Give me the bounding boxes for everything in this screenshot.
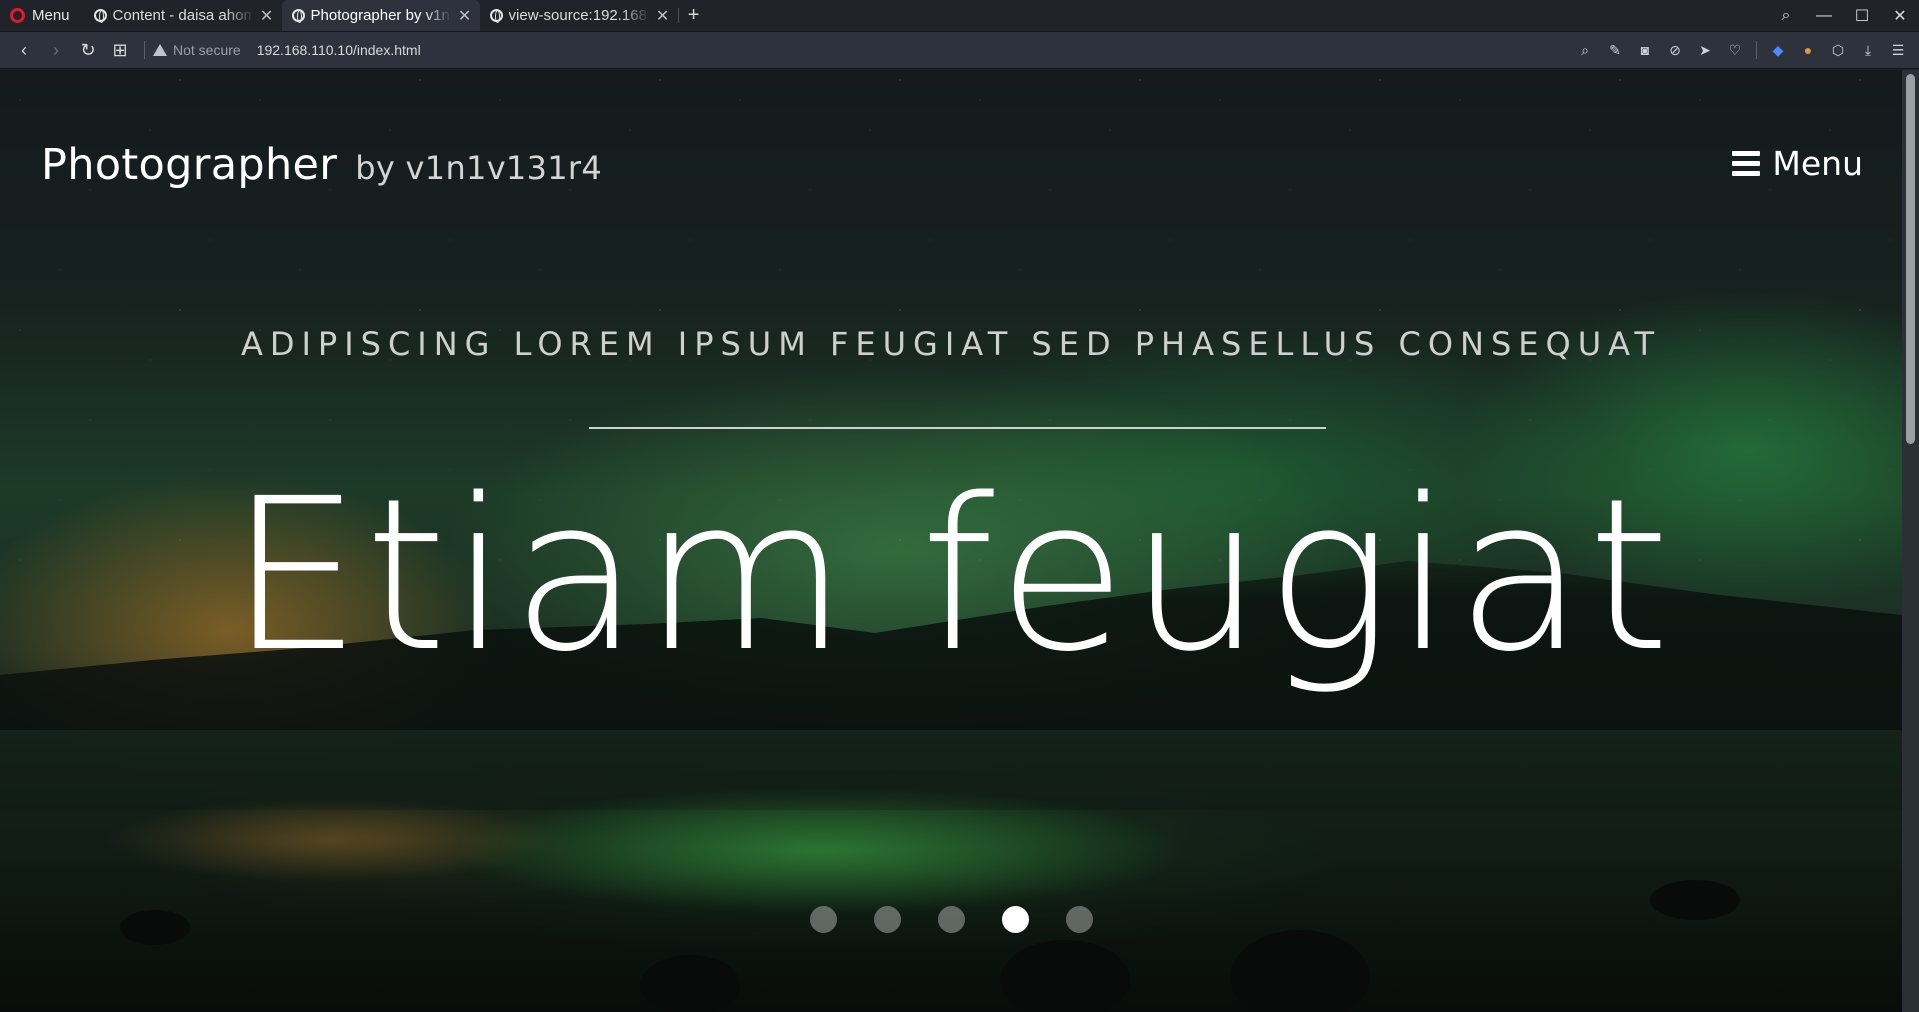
tab-strip: Menu Content - daisa ahomi ✕ Photographe… [0, 0, 1919, 32]
back-icon[interactable]: ‹ [8, 36, 40, 64]
slider-dot-4[interactable] [1001, 906, 1029, 933]
close-icon[interactable]: ✕ [656, 6, 670, 26]
page-viewport: Photographer by v1n1v131r4 Menu ADIPISCI… [0, 70, 1902, 1012]
scrollbar-thumb[interactable] [1906, 74, 1915, 444]
tab-view-source[interactable]: view-source:192.168.110.10 ✕ [480, 0, 678, 31]
rock [640, 955, 740, 1012]
close-icon[interactable]: ✕ [260, 6, 274, 26]
tab-title: view-source:192.168.110.10 [508, 7, 650, 24]
site-title-byline: by v1n1v131r4 [355, 149, 603, 187]
send-icon[interactable]: ➤ [1692, 37, 1718, 63]
hero-heading: Etiam feugiat [229, 453, 1673, 698]
site-title[interactable]: Photographer by v1n1v131r4 [41, 140, 602, 190]
rock [1000, 940, 1130, 1012]
nav-divider [144, 41, 145, 59]
warning-icon [153, 44, 167, 56]
globe-icon [93, 9, 107, 23]
forward-icon[interactable]: › [40, 36, 72, 64]
zoom-icon[interactable]: ⌕ [1572, 37, 1598, 63]
download-icon[interactable]: ⤓ [1855, 37, 1881, 63]
security-label: Not secure [173, 42, 241, 58]
address-bar: ‹ › ↻ ⊞ Not secure 192.168.110.10/index.… [0, 32, 1919, 69]
slider-dot-5[interactable] [1065, 906, 1093, 933]
slider-dot-2[interactable] [873, 906, 901, 933]
tab-content[interactable]: Content - daisa ahomi ✕ [84, 0, 282, 31]
site-title-text: Photographer [41, 140, 338, 190]
search-tabs-icon[interactable]: ⌕ [1767, 0, 1805, 31]
tab-photographer[interactable]: Photographer by v1n1v131r4 ✕ [281, 0, 480, 31]
globe-icon [489, 9, 503, 23]
rock [1230, 930, 1370, 1012]
url-field[interactable]: 192.168.110.10/index.html [257, 42, 1572, 58]
easy-setup-icon[interactable]: ☰ [1885, 37, 1911, 63]
site-menu-button[interactable]: Menu [1732, 144, 1863, 183]
security-indicator[interactable]: Not secure [153, 42, 241, 58]
minimize-icon[interactable]: — [1805, 0, 1843, 31]
toolbar-icons: ⌕ ✎ ◙ ⊘ ➤ ♡ ◆ ● ⬡ ⤓ ☰ [1572, 37, 1911, 63]
cube-icon[interactable]: ⬡ [1825, 37, 1851, 63]
heart-icon[interactable]: ♡ [1722, 37, 1748, 63]
speed-dial-icon[interactable]: ⊞ [104, 36, 136, 64]
window-close-icon[interactable]: ✕ [1881, 0, 1919, 31]
tab-title: Content - daisa ahomi [112, 7, 254, 24]
slider-dot-1[interactable] [809, 906, 837, 933]
opera-logo-icon [10, 8, 25, 23]
site-menu-label: Menu [1772, 144, 1863, 183]
toolbar-divider [1756, 41, 1757, 59]
adblock-icon[interactable]: ⊘ [1662, 37, 1688, 63]
tabbar-spacer [709, 0, 1767, 31]
cookie-icon[interactable]: ● [1795, 37, 1821, 63]
slider-dots [0, 906, 1902, 933]
water-reflection [0, 730, 1902, 1012]
browser-menu-button[interactable]: Menu [0, 0, 84, 31]
maximize-icon[interactable]: ☐ [1843, 0, 1881, 31]
edit-icon[interactable]: ✎ [1602, 37, 1628, 63]
hero-divider [589, 427, 1326, 429]
slider-dot-3[interactable] [937, 906, 965, 933]
camera-icon[interactable]: ◙ [1632, 37, 1658, 63]
extension-icon[interactable]: ◆ [1765, 37, 1791, 63]
close-icon[interactable]: ✕ [458, 6, 472, 26]
tab-title: Photographer by v1n1v131r4 [310, 7, 452, 24]
reload-icon[interactable]: ↻ [72, 36, 104, 64]
globe-icon [291, 9, 305, 23]
page-scrollbar[interactable] [1902, 70, 1919, 1012]
hamburger-icon [1732, 151, 1761, 176]
browser-menu-label: Menu [32, 7, 70, 24]
hero-tagline: ADIPISCING LOREM IPSUM FEUGIAT SED PHASE… [240, 325, 1662, 363]
new-tab-button[interactable]: + [679, 0, 709, 31]
